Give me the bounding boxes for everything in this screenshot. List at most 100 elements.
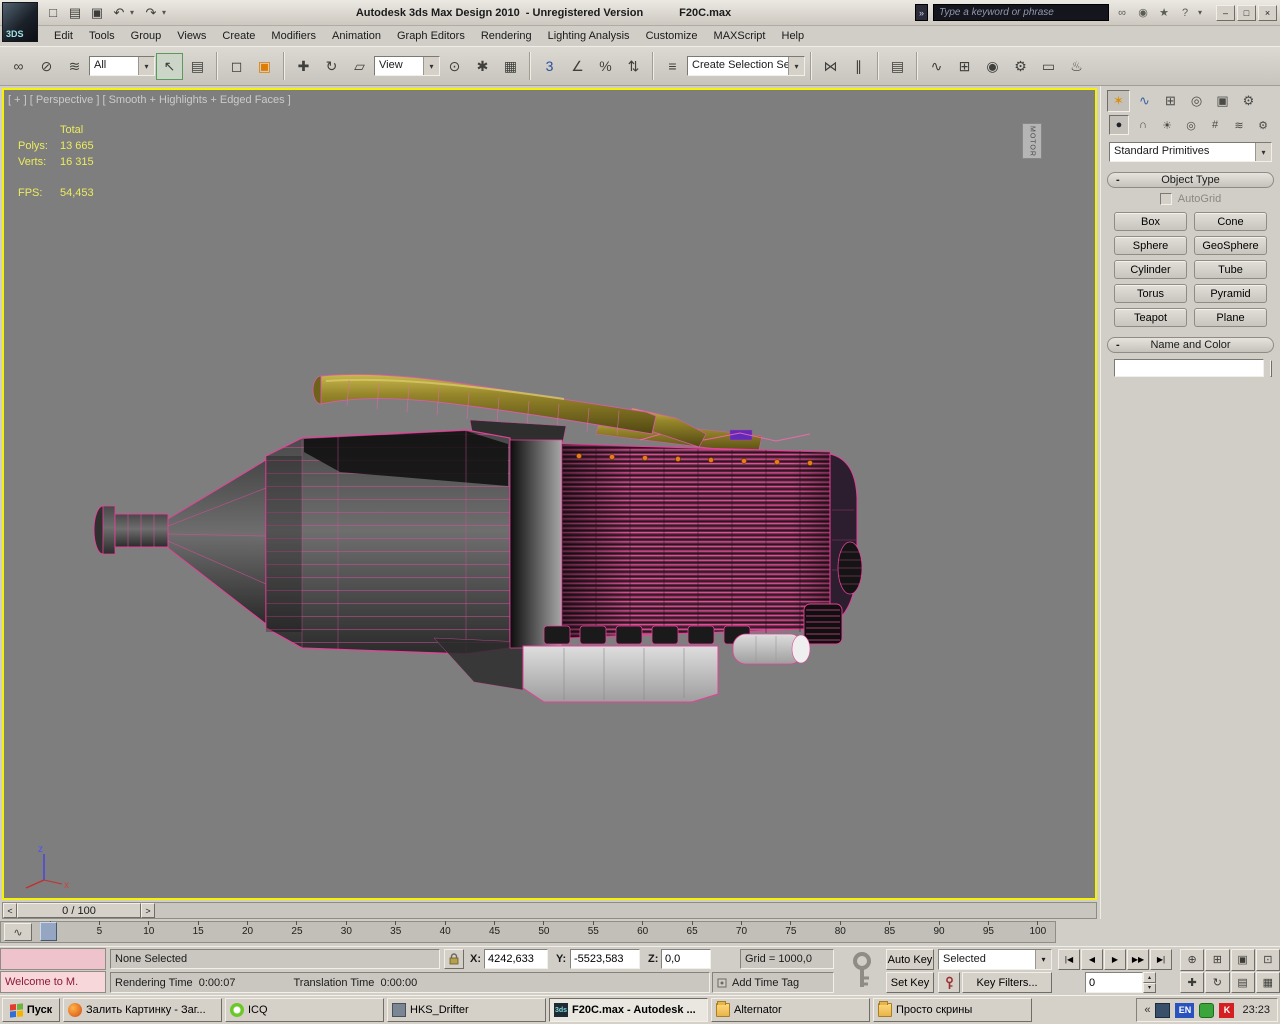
chevron-down-icon[interactable]: ▾ (788, 57, 804, 75)
open-file-icon[interactable]: ▤ (64, 3, 86, 23)
autogrid-checkbox[interactable] (1160, 193, 1172, 205)
orbit-icon[interactable]: ↻ (1205, 972, 1229, 994)
primitive-button[interactable]: Cylinder (1114, 260, 1187, 279)
restore-button[interactable]: □ (1237, 5, 1256, 21)
set-key-button[interactable]: Set Key (886, 972, 934, 993)
primitive-button[interactable]: Sphere (1114, 236, 1187, 255)
taskbar-task-button[interactable]: Alternator (711, 998, 870, 1022)
selection-filter-dropdown[interactable]: All ▾ (89, 56, 155, 76)
angle-snap-icon[interactable]: ∠ (564, 53, 591, 80)
primitive-button[interactable]: Plane (1194, 308, 1267, 327)
menu-item[interactable]: Create (214, 27, 263, 45)
open-mini-curve-editor-icon[interactable]: ∿ (4, 923, 32, 941)
systems-category-icon[interactable]: ⚙ (1253, 115, 1273, 135)
timeline-slider-handle[interactable] (40, 922, 57, 941)
communication-center-icon[interactable]: ◉ (1135, 5, 1151, 21)
select-and-move-icon[interactable]: ✚ (290, 53, 317, 80)
percent-snap-icon[interactable]: % (592, 53, 619, 80)
taskbar-task-button[interactable]: Залить Картинку - Заг... (63, 998, 222, 1022)
next-frame-button[interactable]: > (141, 903, 155, 918)
menu-item[interactable]: Tools (81, 27, 123, 45)
app-logo-icon[interactable]: 3DS (2, 2, 38, 42)
shapes-category-icon[interactable]: ∩ (1133, 115, 1153, 135)
named-selection-sets-dropdown[interactable]: Create Selection Se ▾ (687, 56, 805, 76)
antivirus-tray-icon[interactable]: K (1219, 1003, 1234, 1018)
current-frame-field[interactable] (1085, 972, 1143, 993)
spinner-snap-icon[interactable]: ⇅ (620, 53, 647, 80)
cameras-category-icon[interactable]: ◎ (1181, 115, 1201, 135)
viewport-label[interactable]: [ + ] [ Perspective ] [ Smooth + Highlig… (8, 94, 291, 106)
add-time-tag-field[interactable]: Add Time Tag (712, 972, 834, 993)
primitive-button[interactable]: Tube (1194, 260, 1267, 279)
set-keys-key-icon[interactable] (842, 949, 882, 993)
clock[interactable]: 23:23 (1242, 1004, 1270, 1016)
y-coordinate-field[interactable] (570, 949, 640, 969)
menu-item[interactable]: Lighting Analysis (540, 27, 638, 45)
engine-wireframe-model[interactable] (4, 90, 1095, 898)
taskbar-task-button[interactable]: HKS_Drifter (387, 998, 546, 1022)
redo-dropdown-icon[interactable]: ▾ (162, 8, 172, 17)
select-and-manipulate-icon[interactable]: ✱ (469, 53, 496, 80)
object-type-rollout-header[interactable]: - Object Type (1107, 172, 1274, 188)
name-and-color-rollout-header[interactable]: - Name and Color (1107, 337, 1274, 353)
language-indicator[interactable]: EN (1175, 1003, 1194, 1018)
maxscript-mini-listener[interactable]: Welcome to M. (0, 971, 106, 993)
select-and-scale-icon[interactable]: ▱ (346, 53, 373, 80)
undo-dropdown-icon[interactable]: ▾ (130, 8, 140, 17)
spinner-down-icon[interactable]: ▾ (1143, 983, 1156, 994)
bind-to-space-warp-icon[interactable]: ≋ (61, 53, 88, 80)
utilities-tab-icon[interactable]: ⚙ (1237, 90, 1260, 112)
schematic-view-icon[interactable]: ⊞ (951, 53, 978, 80)
zoom-icon[interactable]: ⊕ (1180, 949, 1204, 971)
edit-named-selection-sets-icon[interactable]: ≡ (659, 53, 686, 80)
select-and-rotate-icon[interactable]: ↻ (318, 53, 345, 80)
field-of-view-icon[interactable]: ▤ (1231, 972, 1255, 994)
keyboard-shortcut-override-icon[interactable]: ▦ (497, 53, 524, 80)
perspective-viewport[interactable]: [ + ] [ Perspective ] [ Smooth + Highlig… (2, 88, 1097, 900)
select-and-link-icon[interactable]: ∞ (5, 53, 32, 80)
z-coordinate-field[interactable] (661, 949, 711, 969)
zoom-extents-icon[interactable]: ▣ (1231, 949, 1255, 971)
chevron-down-icon[interactable]: ▾ (138, 57, 154, 75)
x-coordinate-field[interactable] (484, 949, 548, 969)
tray-expand-icon[interactable]: « (1144, 1004, 1150, 1016)
search-icon[interactable]: ∞ (1114, 5, 1130, 21)
menu-item[interactable]: Graph Editors (389, 27, 473, 45)
align-icon[interactable]: ∥ (845, 53, 872, 80)
helpers-category-icon[interactable]: # (1205, 115, 1225, 135)
mirror-icon[interactable]: ⋈ (817, 53, 844, 80)
space-warps-category-icon[interactable]: ≋ (1229, 115, 1249, 135)
menu-item[interactable]: Rendering (473, 27, 540, 45)
menu-item[interactable]: Group (123, 27, 170, 45)
select-by-name-icon[interactable]: ▤ (184, 53, 211, 80)
use-pivot-point-center-icon[interactable]: ⊙ (441, 53, 468, 80)
primitive-button[interactable]: Pyramid (1194, 284, 1267, 303)
time-slider-handle[interactable]: 0 / 100 (17, 903, 141, 918)
display-tab-icon[interactable]: ▣ (1211, 90, 1234, 112)
help-icon[interactable]: ? (1177, 5, 1193, 21)
spinner-up-icon[interactable]: ▴ (1143, 972, 1156, 983)
taskbar-task-button[interactable]: F20C.max - Autodesk ... (549, 998, 708, 1022)
chevron-down-icon[interactable]: ▾ (1035, 950, 1051, 969)
snaps-toggle-icon[interactable]: 3 (536, 53, 563, 80)
pan-view-icon[interactable]: ✚ (1180, 972, 1204, 994)
geometry-category-icon[interactable]: ● (1109, 115, 1129, 135)
lights-category-icon[interactable]: ☀ (1157, 115, 1177, 135)
favorites-icon[interactable]: ★ (1156, 5, 1172, 21)
layer-manager-icon[interactable]: ▤ (884, 53, 911, 80)
taskbar-task-button[interactable]: Просто скрины (873, 998, 1032, 1022)
play-animation-button[interactable]: ▶ (1104, 949, 1126, 970)
new-file-icon[interactable]: □ (42, 3, 64, 23)
menu-item[interactable]: Customize (638, 27, 706, 45)
rendered-frame-window-icon[interactable]: ▭ (1035, 53, 1062, 80)
save-file-icon[interactable]: ▣ (86, 3, 108, 23)
chevron-down-icon[interactable]: ▾ (1255, 143, 1271, 161)
render-production-icon[interactable]: ♨ (1063, 53, 1090, 80)
rectangular-selection-region-icon[interactable]: ◻ (223, 53, 250, 80)
menu-item[interactable]: Modifiers (263, 27, 324, 45)
go-to-start-button[interactable]: |◀ (1058, 949, 1080, 970)
menu-item[interactable]: MAXScript (706, 27, 774, 45)
menu-item[interactable]: Animation (324, 27, 389, 45)
next-frame-playback-button[interactable]: ▶▶ (1127, 949, 1149, 970)
motion-tab-icon[interactable]: ◎ (1185, 90, 1208, 112)
